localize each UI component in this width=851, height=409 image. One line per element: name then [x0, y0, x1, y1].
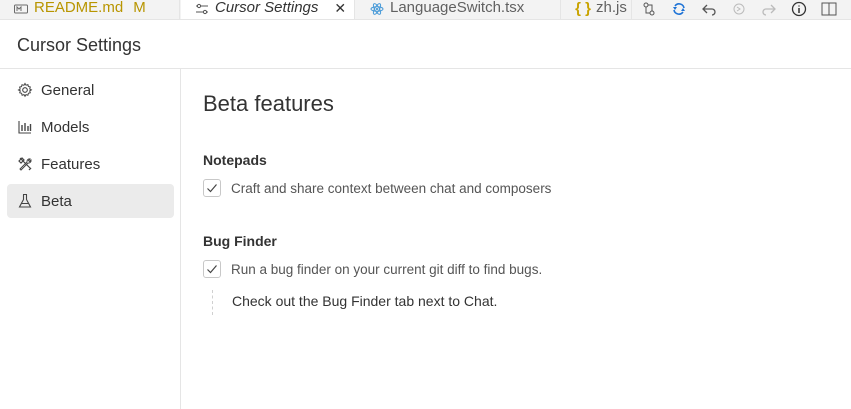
sidebar-item-label: General: [41, 81, 95, 99]
sync-icon[interactable]: [670, 1, 688, 17]
tools-icon: [17, 156, 33, 172]
markdown-icon: [14, 2, 28, 16]
sidebar-item-label: Beta: [41, 192, 72, 210]
sidebar-item-label: Models: [41, 118, 90, 136]
notepads-checkbox[interactable]: [203, 179, 221, 197]
bug-finder-note: Check out the Bug Finder tab next to Cha…: [212, 290, 843, 315]
tab-languageswitch-label: LanguageSwitch.tsx: [390, 0, 525, 16]
go-forward-icon[interactable]: [730, 1, 748, 17]
checkbox-label: Craft and share context between chat and…: [231, 180, 552, 196]
bar-chart-icon: [17, 119, 33, 135]
tab-readme[interactable]: README.md M: [0, 0, 180, 19]
section-title: Bug Finder: [203, 233, 277, 249]
flask-icon: [17, 193, 33, 209]
checkbox-label: Run a bug finder on your current git dif…: [231, 261, 543, 277]
sidebar-item-label: Features: [41, 155, 101, 173]
settings-content: Beta features Notepads Craft and share c…: [203, 69, 843, 315]
compare-icon[interactable]: [640, 1, 658, 17]
check-icon: [207, 265, 217, 274]
split-editor-icon[interactable]: [820, 1, 838, 17]
bug-finder-option: Run a bug finder on your current git dif…: [203, 260, 843, 278]
gear-icon: [17, 82, 33, 98]
info-icon[interactable]: [790, 1, 808, 17]
tab-languageswitch[interactable]: LanguageSwitch.tsx: [356, 0, 561, 19]
notepads-option: Craft and share context between chat and…: [203, 179, 843, 197]
sidebar-item-beta[interactable]: Beta: [7, 184, 174, 218]
page-header-title: Cursor Settings: [17, 35, 142, 55]
react-icon: [370, 2, 384, 16]
editor-toolbar: [640, 0, 838, 19]
settings-sliders-icon: [195, 2, 209, 16]
section-notepads: Notepads Craft and share context between…: [203, 152, 843, 197]
editor-tab-bar: README.md M Cursor Settings ✕ LanguageSw…: [0, 0, 851, 20]
settings-sidebar: General Models Features Beta: [0, 69, 181, 409]
tab-zh-js-label: zh.js: [596, 0, 627, 16]
page-header: Cursor Settings: [0, 21, 851, 69]
close-tab-icon[interactable]: ✕: [334, 0, 346, 16]
tab-cursor-settings-label: Cursor Settings: [215, 0, 319, 16]
json-braces-icon: { }: [575, 0, 591, 17]
modified-badge: M: [133, 0, 146, 16]
sidebar-item-models[interactable]: Models: [7, 110, 174, 144]
go-back-icon[interactable]: [700, 1, 718, 17]
sidebar-item-features[interactable]: Features: [7, 147, 174, 181]
tab-cursor-settings[interactable]: Cursor Settings ✕: [181, 0, 355, 19]
cursor-settings-window: README.md M Cursor Settings ✕ LanguageSw…: [0, 0, 851, 409]
forward-disabled-icon[interactable]: [760, 1, 778, 17]
section-title: Notepads: [203, 152, 267, 168]
sidebar-item-general[interactable]: General: [7, 73, 174, 107]
section-bug-finder: Bug Finder Run a bug finder on your curr…: [203, 233, 843, 315]
page-title: Beta features: [203, 91, 334, 116]
check-icon: [207, 184, 217, 193]
tab-readme-label: README.md: [34, 0, 124, 16]
tab-zh-js[interactable]: { } zh.js: [562, 0, 632, 19]
bug-finder-checkbox[interactable]: [203, 260, 221, 278]
